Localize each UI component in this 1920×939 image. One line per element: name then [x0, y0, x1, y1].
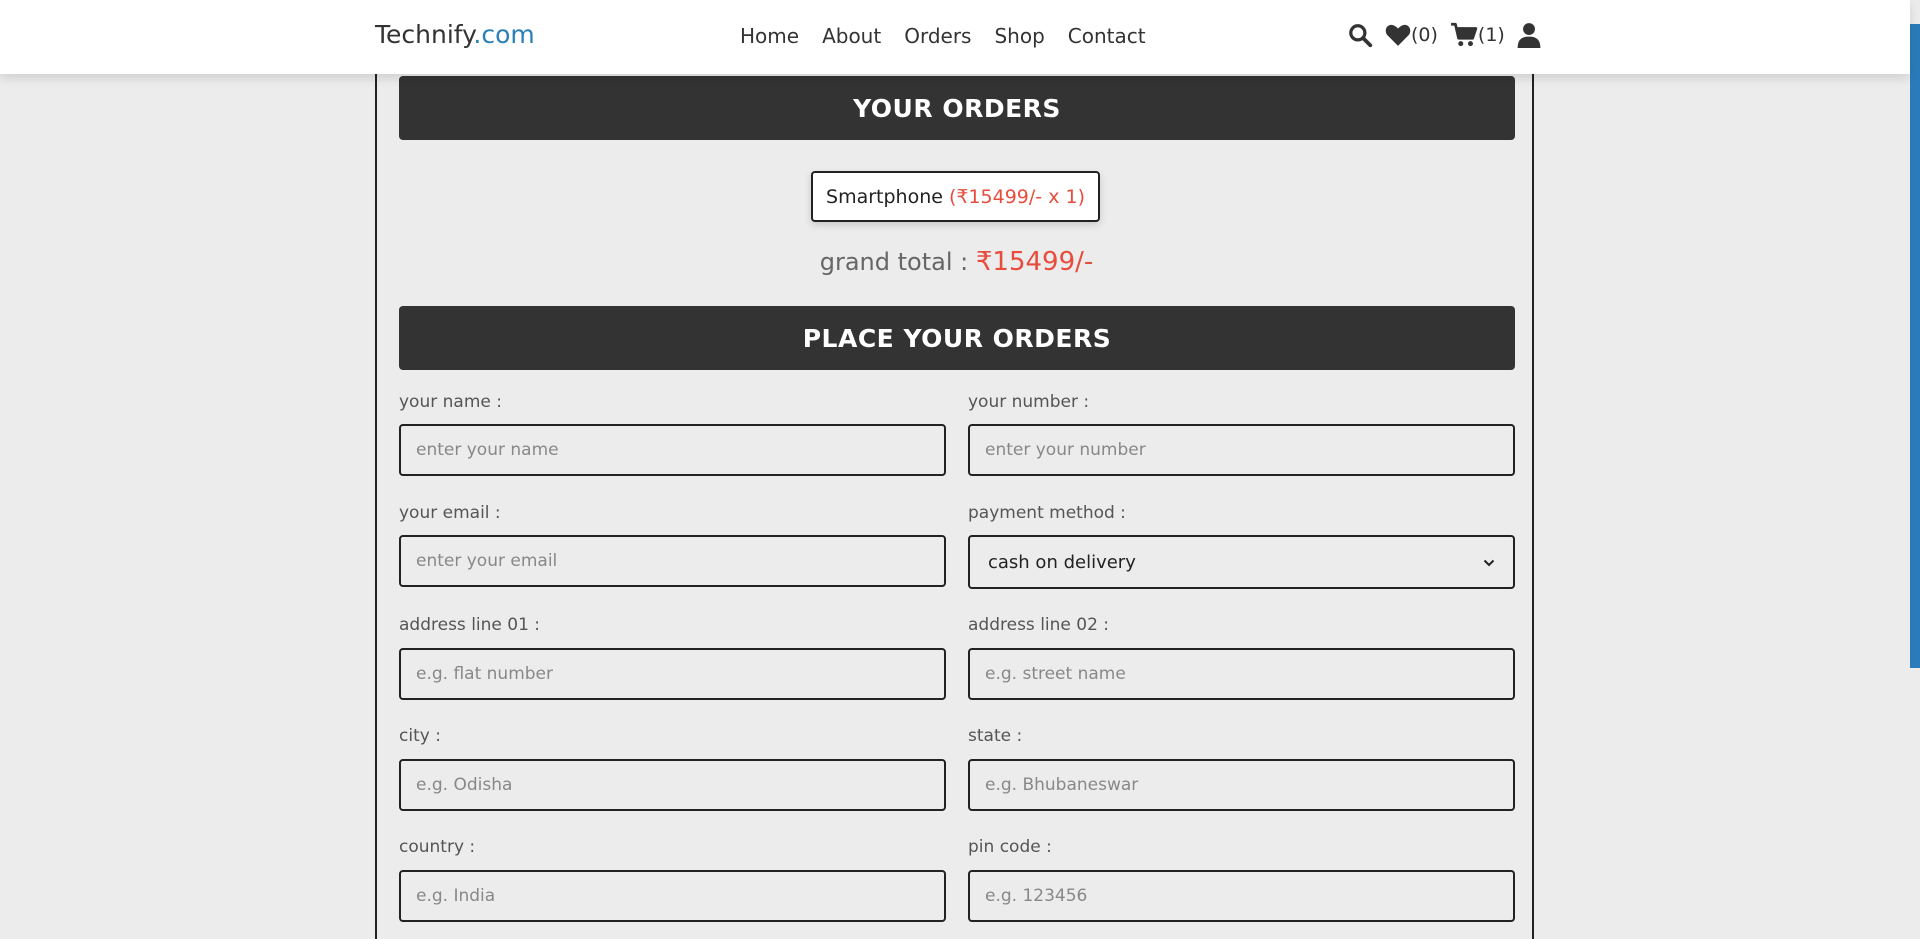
- grand-total: grand total : ₹15499/-: [377, 247, 1536, 277]
- payment-method-select[interactable]: cash on delivery: [968, 535, 1515, 589]
- state-input[interactable]: [968, 759, 1515, 811]
- country-input[interactable]: [399, 870, 946, 922]
- address2-label: address line 02 :: [968, 615, 1110, 635]
- country-label: country :: [399, 837, 476, 857]
- header-icons: (0) (1): [1347, 22, 1541, 48]
- chevron-down-icon: [1483, 552, 1495, 573]
- nav-orders[interactable]: Orders: [904, 24, 971, 48]
- logo-accent: .com: [473, 20, 535, 49]
- grand-total-label: grand total :: [819, 248, 969, 276]
- place-orders-heading: PLACE YOUR ORDERS: [399, 306, 1515, 370]
- scrollbar-track[interactable]: [1910, 0, 1920, 939]
- email-input[interactable]: [399, 535, 946, 587]
- order-item-price: (₹15499/- x 1): [948, 185, 1085, 208]
- nav-about[interactable]: About: [822, 24, 881, 48]
- address2-input[interactable]: [968, 648, 1515, 700]
- address1-input[interactable]: [399, 648, 946, 700]
- state-label: state :: [968, 726, 1023, 746]
- nav-home[interactable]: Home: [740, 24, 799, 48]
- name-input[interactable]: [399, 424, 946, 476]
- pincode-input[interactable]: [968, 870, 1515, 922]
- wishlist-button[interactable]: (0): [1385, 23, 1438, 47]
- scrollbar-thumb[interactable]: [1910, 24, 1920, 668]
- nav-contact[interactable]: Contact: [1068, 24, 1146, 48]
- city-label: city :: [399, 726, 441, 746]
- site-header: Technify.com Home About Orders Shop Cont…: [0, 0, 1910, 74]
- nav-shop[interactable]: Shop: [994, 24, 1044, 48]
- order-item-name: Smartphone: [826, 185, 943, 208]
- grand-total-value: ₹15499/-: [975, 247, 1094, 277]
- cart-count: (1): [1477, 24, 1505, 46]
- user-icon[interactable]: [1517, 22, 1541, 48]
- heart-icon: [1385, 23, 1411, 47]
- wishlist-count: (0): [1411, 24, 1438, 46]
- order-item: Smartphone (₹15499/- x 1): [811, 171, 1100, 222]
- logo-main: Technify: [375, 20, 474, 49]
- checkout-section: YOUR ORDERS Smartphone (₹15499/- x 1) gr…: [375, 74, 1534, 939]
- site-logo[interactable]: Technify.com: [375, 20, 535, 49]
- your-orders-heading: YOUR ORDERS: [399, 76, 1515, 140]
- cart-icon: [1450, 22, 1478, 48]
- city-input[interactable]: [399, 759, 946, 811]
- pincode-label: pin code :: [968, 837, 1052, 857]
- number-label: your number :: [968, 392, 1090, 412]
- payment-method-value: cash on delivery: [988, 551, 1136, 573]
- cart-button[interactable]: (1): [1450, 22, 1505, 48]
- address1-label: address line 01 :: [399, 615, 541, 635]
- payment-label: payment method :: [968, 503, 1126, 523]
- email-label: your email :: [399, 503, 501, 523]
- name-label: your name :: [399, 392, 502, 412]
- number-input[interactable]: [968, 424, 1515, 476]
- search-icon[interactable]: [1347, 22, 1373, 48]
- main-nav: Home About Orders Shop Contact: [740, 24, 1146, 48]
